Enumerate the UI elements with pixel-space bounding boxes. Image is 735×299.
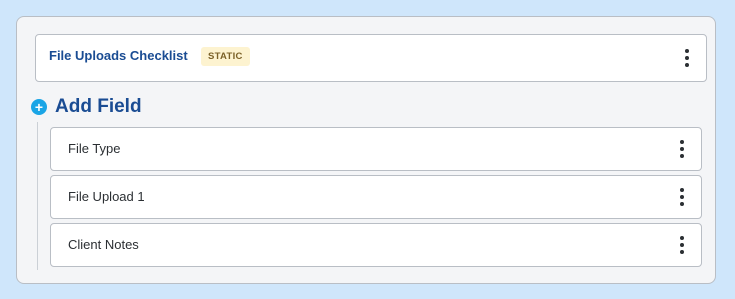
field-row-file-upload-1[interactable]: File Upload 1 xyxy=(50,175,702,219)
field-label: File Upload 1 xyxy=(68,189,145,204)
field-row-file-type[interactable]: File Type xyxy=(50,127,702,171)
field-more-options-icon[interactable] xyxy=(677,236,687,254)
section-more-options-icon[interactable] xyxy=(682,49,692,67)
add-field-label: Add Field xyxy=(55,96,142,117)
field-list-guide-line xyxy=(37,122,38,270)
section-title: File Uploads Checklist xyxy=(49,48,188,63)
section-header-card: File Uploads Checklist STATIC xyxy=(35,34,707,82)
field-more-options-icon[interactable] xyxy=(677,140,687,158)
field-row-client-notes[interactable]: Client Notes xyxy=(50,223,702,267)
field-more-options-icon[interactable] xyxy=(677,188,687,206)
add-field-button[interactable]: + Add Field xyxy=(31,96,142,118)
field-label: File Type xyxy=(68,141,121,156)
plus-circle-icon: + xyxy=(31,99,47,115)
field-label: Client Notes xyxy=(68,237,139,252)
static-badge: STATIC xyxy=(201,47,250,66)
